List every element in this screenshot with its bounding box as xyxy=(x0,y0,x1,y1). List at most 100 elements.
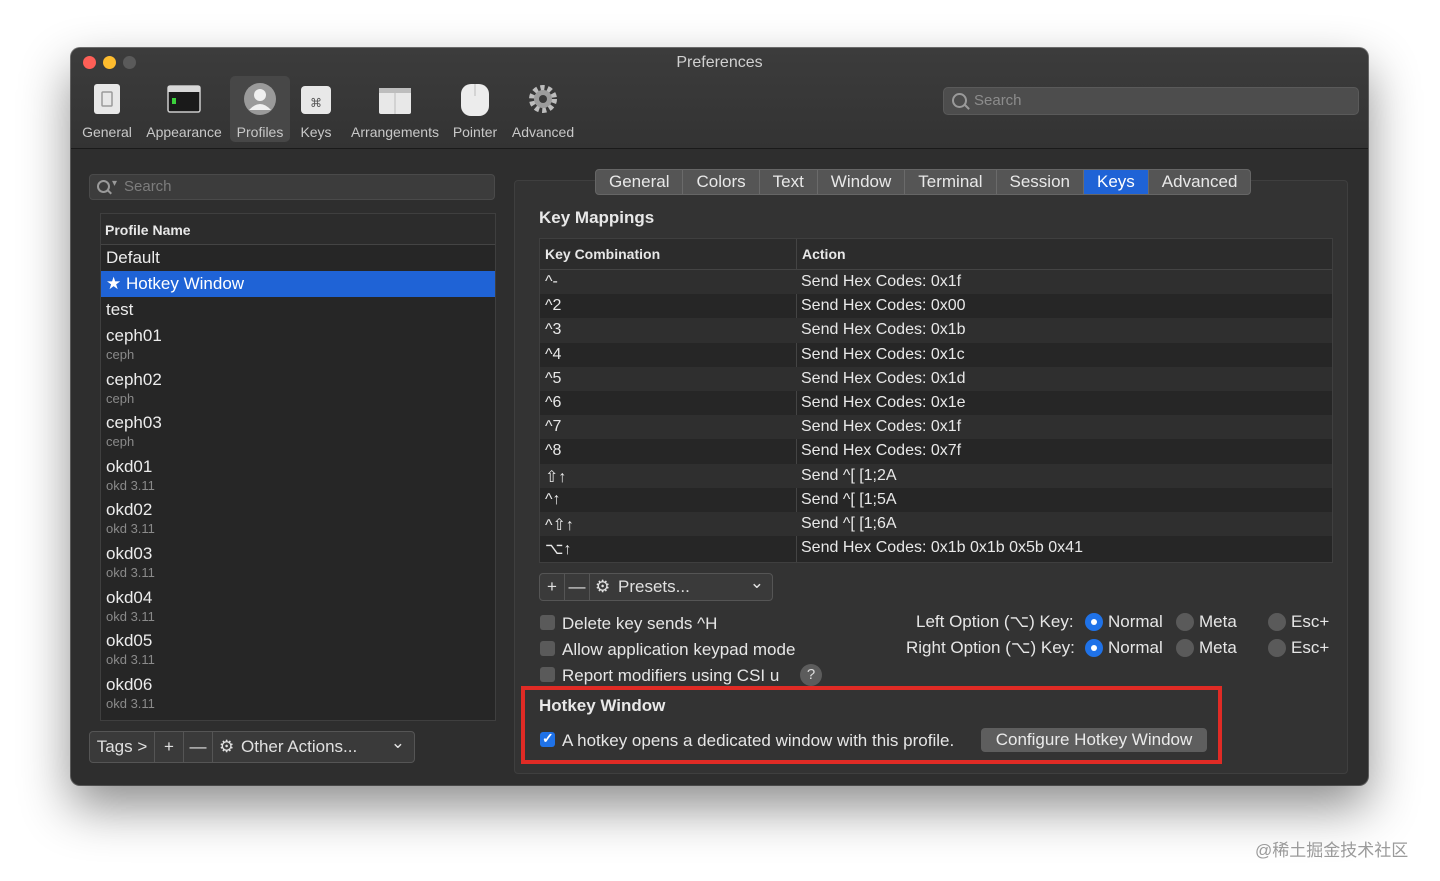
radio-label: Esc+ xyxy=(1291,638,1330,657)
key-cell: ^4 xyxy=(545,345,562,363)
help-button[interactable]: ? xyxy=(800,664,822,686)
tab-window[interactable]: Window xyxy=(818,170,906,194)
tab-terminal[interactable]: Terminal xyxy=(905,170,997,194)
right-option-meta-radio[interactable] xyxy=(1176,639,1194,657)
toolbar-appearance[interactable]: Appearance xyxy=(143,76,225,142)
titlebar: Preferences General Appearance Profiles … xyxy=(71,48,1368,149)
right-option-esc-radio[interactable] xyxy=(1268,639,1286,657)
profile-list-header[interactable]: Profile Name xyxy=(101,214,495,245)
profile-row[interactable]: test xyxy=(101,297,495,323)
toolbar-keys[interactable]: ⌘ Keys xyxy=(295,76,337,142)
profile-actions-bar: Tags > + — ⚙ Other Actions... ⌄ xyxy=(89,731,415,763)
watermark-text: @稀土掘金技术社区 xyxy=(1255,841,1409,860)
profile-row[interactable]: okd02 okd 3.11 xyxy=(101,497,495,541)
left-option-esc-radio[interactable] xyxy=(1268,613,1286,631)
profile-row[interactable]: ceph01 ceph xyxy=(101,323,495,367)
column-header-key[interactable]: Key Combination xyxy=(545,246,660,262)
profile-tag: okd 3.11 xyxy=(106,477,155,493)
table-row[interactable]: ^4 Send Hex Codes: 0x1c xyxy=(540,343,1332,367)
tab-advanced[interactable]: Advanced xyxy=(1149,170,1251,194)
action-cell: Send ^[ [1;2A xyxy=(801,466,897,484)
add-profile-button[interactable]: + xyxy=(155,732,184,762)
keypad-mode-label: Allow application keypad mode xyxy=(562,640,796,659)
keypad-mode-checkbox[interactable] xyxy=(540,641,555,656)
tab-colors[interactable]: Colors xyxy=(683,170,760,194)
table-row[interactable]: ^⇧↑ Send ^[ [1;6A xyxy=(540,511,1332,537)
toolbar-pointer[interactable]: Pointer xyxy=(449,76,501,142)
general-icon xyxy=(94,84,120,114)
action-cell: Send Hex Codes: 0x1b xyxy=(801,321,966,339)
profile-name: ★ Hotkey Window xyxy=(106,274,245,293)
profile-search-field[interactable]: ▾ Search xyxy=(89,174,495,200)
right-option-normal-radio[interactable] xyxy=(1085,639,1103,657)
key-mappings-table: Key Combination Action ^- Send Hex Codes:… xyxy=(539,238,1333,563)
csi-u-checkbox[interactable] xyxy=(540,667,555,682)
profile-row-selected[interactable]: ★ Hotkey Window xyxy=(101,271,495,297)
table-row[interactable]: ^↑ Send ^[ [1;5A xyxy=(540,488,1332,512)
profile-row[interactable]: ceph02 ceph xyxy=(101,367,495,411)
table-row[interactable]: ^6 Send Hex Codes: 0x1e xyxy=(540,391,1332,415)
table-row[interactable]: ^- Send Hex Codes: 0x1f xyxy=(540,270,1332,295)
table-row[interactable]: ^7 Send Hex Codes: 0x1f xyxy=(540,415,1332,440)
radio-label: Meta xyxy=(1199,638,1237,657)
presets-label: Presets... xyxy=(618,577,690,596)
highlight-annotation-box xyxy=(521,686,1222,764)
action-cell: Send ^[ [1;6A xyxy=(801,514,897,532)
left-option-meta-radio[interactable] xyxy=(1176,613,1194,631)
toolbar-advanced[interactable]: Advanced xyxy=(507,76,579,142)
tab-keys[interactable]: Keys xyxy=(1084,170,1149,194)
left-option-normal-radio[interactable] xyxy=(1085,613,1103,631)
delete-sends-h-label: Delete key sends ^H xyxy=(562,614,718,633)
appearance-icon xyxy=(167,85,201,113)
other-actions-menu[interactable]: ⚙ Other Actions... ⌄ xyxy=(213,732,413,762)
remove-mapping-button[interactable]: — xyxy=(565,574,590,600)
tab-session[interactable]: Session xyxy=(997,170,1084,194)
table-row[interactable]: ⇧↑ Send ^[ [1;2A xyxy=(540,463,1332,488)
search-icon xyxy=(97,180,110,193)
profile-row[interactable]: okd01 okd 3.11 xyxy=(101,454,495,498)
toolbar-arrangements[interactable]: Arrangements xyxy=(345,76,445,142)
action-cell: Send Hex Codes: 0x1f xyxy=(801,273,962,290)
table-row[interactable]: ^2 Send Hex Codes: 0x00 xyxy=(540,294,1332,318)
profile-row[interactable]: ceph03 ceph xyxy=(101,410,495,454)
profile-row[interactable]: Default xyxy=(101,245,495,271)
settings-tabs: General Colors Text Window Terminal Sess… xyxy=(595,169,1252,195)
toolbar-label: Arrangements xyxy=(351,124,439,140)
csi-u-label: Report modifiers using CSI u xyxy=(562,666,780,685)
mouse-icon xyxy=(461,84,489,116)
toolbar-general[interactable]: General xyxy=(79,76,135,142)
svg-text:⌘: ⌘ xyxy=(310,96,322,110)
table-row[interactable]: ^3 Send Hex Codes: 0x1b xyxy=(540,318,1332,343)
presets-menu[interactable]: ⚙ Presets... ⌄ xyxy=(590,573,772,600)
profile-row[interactable]: okd06 okd 3.11 xyxy=(101,672,495,716)
chevron-down-icon: ⌄ xyxy=(390,733,405,752)
toolbar-profiles[interactable]: Profiles xyxy=(230,76,290,142)
column-header: Profile Name xyxy=(105,222,191,238)
tab-text[interactable]: Text xyxy=(760,170,818,194)
profile-tag: okd 3.11 xyxy=(106,608,155,624)
profile-row[interactable]: okd03 okd 3.11 xyxy=(101,541,495,585)
profile-row[interactable]: okd05 okd 3.11 xyxy=(101,628,495,672)
profile-row[interactable]: okd04 okd 3.11 xyxy=(101,585,495,629)
delete-sends-h-checkbox[interactable] xyxy=(540,615,555,630)
profile-tag: ceph xyxy=(106,347,135,362)
profile-name: Default xyxy=(106,248,160,267)
tags-button[interactable]: Tags > xyxy=(90,732,155,762)
add-mapping-button[interactable]: + xyxy=(540,574,565,600)
table-row[interactable]: ⌥↑ Send Hex Codes: 0x1b 0x1b 0x5b 0x41 xyxy=(540,536,1332,560)
key-cell: ^5 xyxy=(545,369,562,387)
key-cell: ^6 xyxy=(545,393,562,411)
tab-general[interactable]: General xyxy=(596,170,684,194)
remove-profile-button[interactable]: — xyxy=(184,732,213,762)
action-cell: Send Hex Codes: 0x1b 0x1b 0x5b 0x41 xyxy=(801,539,1083,557)
action-cell: Send Hex Codes: 0x1c xyxy=(801,345,965,363)
column-header-action[interactable]: Action xyxy=(802,246,846,262)
action-cell: Send Hex Codes: 0x1e xyxy=(801,393,966,411)
action-cell: Send ^[ [1;5A xyxy=(801,490,897,508)
table-row[interactable]: ^5 Send Hex Codes: 0x1d xyxy=(540,366,1332,391)
preferences-search-field[interactable]: Search xyxy=(943,87,1359,115)
table-row[interactable]: ^8 Send Hex Codes: 0x7f xyxy=(540,439,1332,463)
gear-icon: ⚙ xyxy=(595,577,611,596)
key-cell: ^8 xyxy=(545,442,562,460)
toolbar-label: Pointer xyxy=(452,124,498,140)
